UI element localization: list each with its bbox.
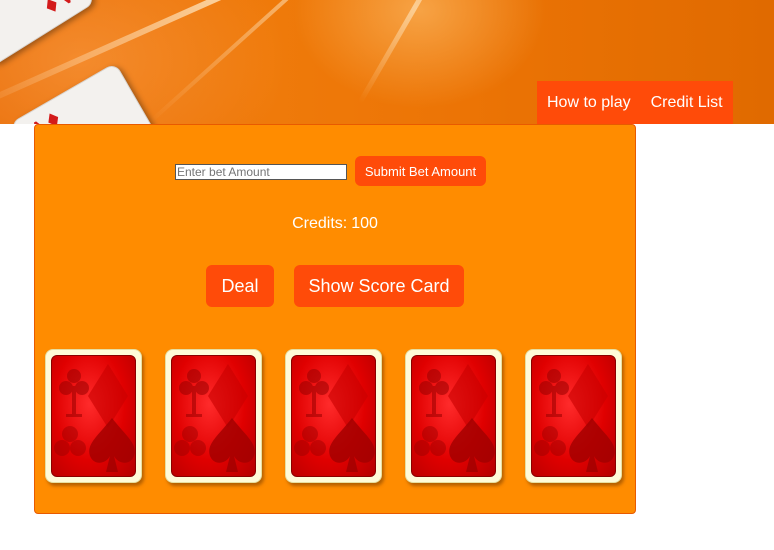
card-back-pattern (411, 355, 496, 477)
submit-bet-button[interactable]: Submit Bet Amount (355, 156, 486, 186)
playing-card-back[interactable] (165, 349, 262, 483)
credits-display: Credits: 100 (35, 215, 635, 233)
playing-card-back[interactable] (525, 349, 622, 483)
card-back-pattern (531, 355, 616, 477)
card-back-pattern (291, 355, 376, 477)
card-back-pattern (171, 355, 256, 477)
playing-card-back[interactable] (285, 349, 382, 483)
credits-label: Credits: (292, 215, 348, 232)
card-back-pattern (51, 355, 136, 477)
playing-card-back[interactable] (405, 349, 502, 483)
bet-amount-input[interactable] (175, 164, 347, 180)
top-nav: How to play Credit List (537, 81, 733, 124)
light-streak (357, 0, 473, 104)
playing-card-back[interactable] (45, 349, 142, 483)
game-panel: Submit Bet Amount Credits:100 Deal Show … (34, 124, 636, 514)
nav-credit-list-link[interactable]: Credit List (651, 94, 723, 112)
light-streak (148, 0, 434, 124)
credits-value: 100 (351, 215, 378, 232)
show-score-card-button[interactable]: Show Score Card (294, 265, 464, 307)
deal-button[interactable]: Deal (206, 265, 274, 307)
nav-how-to-play-link[interactable]: How to play (547, 94, 631, 112)
ace-diamond-glyph: A♦ (26, 105, 68, 124)
header-banner: A♦ A♦ How to play Credit List (0, 0, 774, 124)
decor-ace-card: A♦ (9, 62, 197, 124)
ace-diamond-glyph: A♦ (37, 0, 78, 21)
